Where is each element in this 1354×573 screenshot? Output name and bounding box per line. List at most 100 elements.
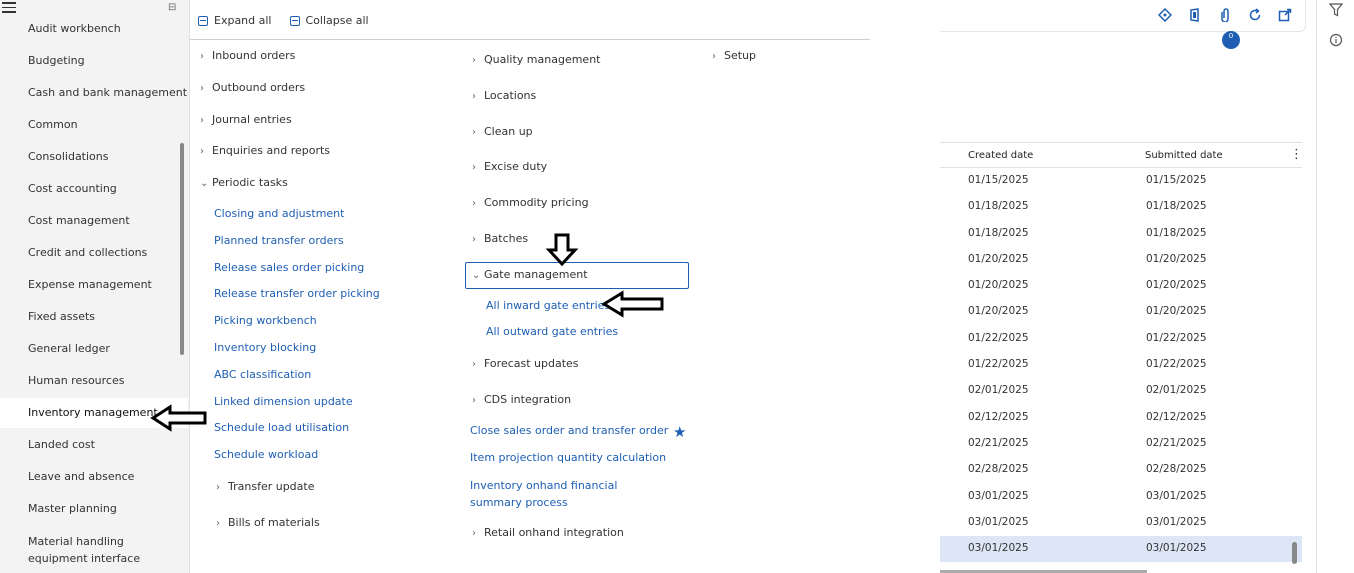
table-row[interactable]: 03/01/2025 03/01/2025 (940, 510, 1302, 536)
more-options-icon[interactable]: ⋮ (1290, 147, 1303, 162)
nav-item-general-ledger[interactable]: General ledger (0, 341, 188, 357)
info-icon[interactable] (1329, 32, 1343, 47)
nav-item-cost-management[interactable]: Cost management (0, 213, 188, 229)
group-clean-up[interactable]: › Clean up (472, 125, 533, 140)
table-row[interactable]: 01/20/2025 01/20/2025 (940, 273, 1302, 299)
submitted-date-cell: 02/01/2025 (1146, 384, 1207, 397)
table-row[interactable]: 02/21/2025 02/21/2025 (940, 431, 1302, 457)
link-inventory-blocking[interactable]: Inventory blocking (214, 341, 316, 355)
filter-icon[interactable] (1328, 2, 1344, 17)
table-row[interactable]: 01/18/2025 01/18/2025 (940, 221, 1302, 247)
group-gate-management[interactable]: ⌄ Gate management (472, 268, 588, 283)
pin-icon[interactable]: ⊟ (168, 2, 176, 13)
link-abc-classification[interactable]: ABC classification (214, 368, 311, 382)
down-arrow-annotation-icon (546, 233, 578, 267)
refresh-icon[interactable] (1248, 7, 1266, 25)
chevron-right-icon: › (200, 115, 204, 126)
attachment-icon[interactable]: 0 (1218, 7, 1240, 49)
nav-scrollbar[interactable] (180, 143, 184, 355)
table-row[interactable]: 01/20/2025 01/20/2025 (940, 299, 1302, 325)
left-arrow-annotation-icon (601, 290, 664, 318)
link-inventory-onhand-financial-summary-process[interactable]: Inventory onhand financial summary proce… (470, 477, 670, 511)
open-new-window-icon[interactable] (1278, 7, 1296, 25)
nav-item-human-resources[interactable]: Human resources (0, 373, 188, 389)
link-schedule-workload[interactable]: Schedule workload (214, 448, 318, 462)
nav-item-cash-and-bank-management[interactable]: Cash and bank management (0, 85, 188, 101)
grid-scrollbar[interactable] (1292, 542, 1297, 564)
nav-item-cost-accounting[interactable]: Cost accounting (0, 181, 188, 197)
created-date-cell: 01/20/2025 (968, 279, 1029, 292)
created-date-cell: 02/21/2025 (968, 436, 1029, 449)
module-nav: ⊟ Audit workbench Budgeting Cash and bank … (0, 0, 190, 573)
data-grid: Created date Submitted date ⋮ 01/15/2025… (940, 142, 1303, 573)
table-row[interactable]: 02/28/2025 02/28/2025 (940, 457, 1302, 483)
nav-item-material-handling-equipment-interface[interactable]: Material handling equipment interface (0, 533, 150, 567)
group-label: Clean up (484, 125, 533, 138)
group-bills-of-materials[interactable]: › Bills of materials (216, 516, 320, 531)
created-date-cell: 02/28/2025 (968, 463, 1029, 476)
link-item-projection-quantity-calculation[interactable]: Item projection quantity calculation (470, 451, 666, 465)
hamburger-icon[interactable] (2, 2, 16, 13)
nav-item-landed-cost[interactable]: Landed cost (0, 437, 188, 453)
link-release-transfer-order-picking[interactable]: Release transfer order picking (214, 287, 380, 301)
link-planned-transfer-orders[interactable]: Planned transfer orders (214, 234, 344, 248)
table-row[interactable]: 03/01/2025 03/01/2025 (940, 536, 1302, 563)
group-cds-integration[interactable]: › CDS integration (472, 393, 571, 408)
group-quality-management[interactable]: › Quality management (472, 53, 601, 68)
link-all-inward-gate-entries[interactable]: All inward gate entries (486, 299, 610, 313)
created-date-cell: 01/18/2025 (968, 200, 1029, 213)
group-transfer-update[interactable]: › Transfer update (216, 480, 315, 495)
group-batches[interactable]: › Batches (472, 232, 528, 247)
table-row[interactable]: 02/01/2025 02/01/2025 (940, 378, 1302, 404)
link-schedule-load-utilisation[interactable]: Schedule load utilisation (214, 421, 349, 435)
nav-item-fixed-assets[interactable]: Fixed assets (0, 309, 188, 325)
nav-item-common[interactable]: Common (0, 117, 188, 133)
submitted-date-cell: 01/22/2025 (1146, 331, 1207, 344)
created-date-cell: 02/01/2025 (968, 384, 1029, 397)
column-header-submitted-date[interactable]: Submitted date (1145, 150, 1223, 161)
table-row[interactable]: 01/22/2025 01/22/2025 (940, 326, 1302, 352)
group-periodic-tasks[interactable]: ⌄ Periodic tasks (200, 176, 288, 191)
submitted-date-cell: 01/15/2025 (1146, 174, 1207, 186)
table-row[interactable]: 01/18/2025 01/18/2025 (940, 194, 1302, 220)
link-closing-and-adjustment[interactable]: Closing and adjustment (214, 207, 344, 221)
office-icon[interactable] (1188, 7, 1206, 25)
group-enquiries-and-reports[interactable]: › Enquiries and reports (200, 144, 330, 159)
table-row[interactable]: 01/22/2025 01/22/2025 (940, 352, 1302, 378)
table-row[interactable]: 01/15/2025 01/15/2025 (940, 168, 1302, 194)
submitted-date-cell: 03/01/2025 (1146, 542, 1207, 555)
group-label: Outbound orders (212, 81, 306, 94)
group-commodity-pricing[interactable]: › Commodity pricing (472, 196, 589, 211)
link-all-outward-gate-entries[interactable]: All outward gate entries (486, 325, 618, 339)
link-release-sales-order-picking[interactable]: Release sales order picking (214, 261, 364, 275)
table-row[interactable]: 02/12/2025 02/12/2025 (940, 405, 1302, 431)
nav-item-consolidations[interactable]: Consolidations (0, 149, 188, 165)
collapse-all-button[interactable]: Collapse all (289, 14, 369, 27)
group-locations[interactable]: › Locations (472, 89, 536, 104)
nav-item-audit-workbench[interactable]: Audit workbench (0, 21, 188, 37)
nav-item-budgeting[interactable]: Budgeting (0, 53, 188, 69)
group-setup[interactable]: › Setup (712, 49, 756, 64)
group-excise-duty[interactable]: › Excise duty (472, 160, 547, 175)
favorite-star-icon[interactable]: ★ (673, 423, 686, 441)
expand-all-button[interactable]: Expand all (198, 14, 272, 27)
column-header-created-date[interactable]: Created date (968, 150, 1033, 161)
submitted-date-cell: 02/21/2025 (1146, 436, 1207, 449)
nav-item-expense-management[interactable]: Expense management (0, 277, 188, 293)
link-picking-workbench[interactable]: Picking workbench (214, 314, 317, 328)
link-linked-dimension-update[interactable]: Linked dimension update (214, 395, 353, 409)
group-retail-onhand-integration[interactable]: › Retail onhand integration (472, 526, 624, 541)
group-forecast-updates[interactable]: › Forecast updates (472, 357, 579, 372)
group-journal-entries[interactable]: › Journal entries (200, 113, 292, 128)
nav-item-leave-and-absence[interactable]: Leave and absence (0, 469, 188, 485)
table-row[interactable]: 03/01/2025 03/01/2025 (940, 484, 1302, 510)
group-inbound-orders[interactable]: › Inbound orders (200, 49, 295, 64)
submitted-date-cell: 02/12/2025 (1146, 410, 1207, 423)
group-outbound-orders[interactable]: › Outbound orders (200, 81, 305, 96)
nav-item-master-planning[interactable]: Master planning (0, 501, 188, 517)
link-close-sales-order-and-transfer-order[interactable]: Close sales order and transfer order (470, 424, 668, 438)
nav-item-credit-and-collections[interactable]: Credit and collections (0, 245, 188, 261)
diamond-icon[interactable] (1157, 7, 1176, 25)
table-row[interactable]: 01/20/2025 01/20/2025 (940, 247, 1302, 273)
menu-toolbar: Expand all Collapse all (198, 14, 369, 27)
